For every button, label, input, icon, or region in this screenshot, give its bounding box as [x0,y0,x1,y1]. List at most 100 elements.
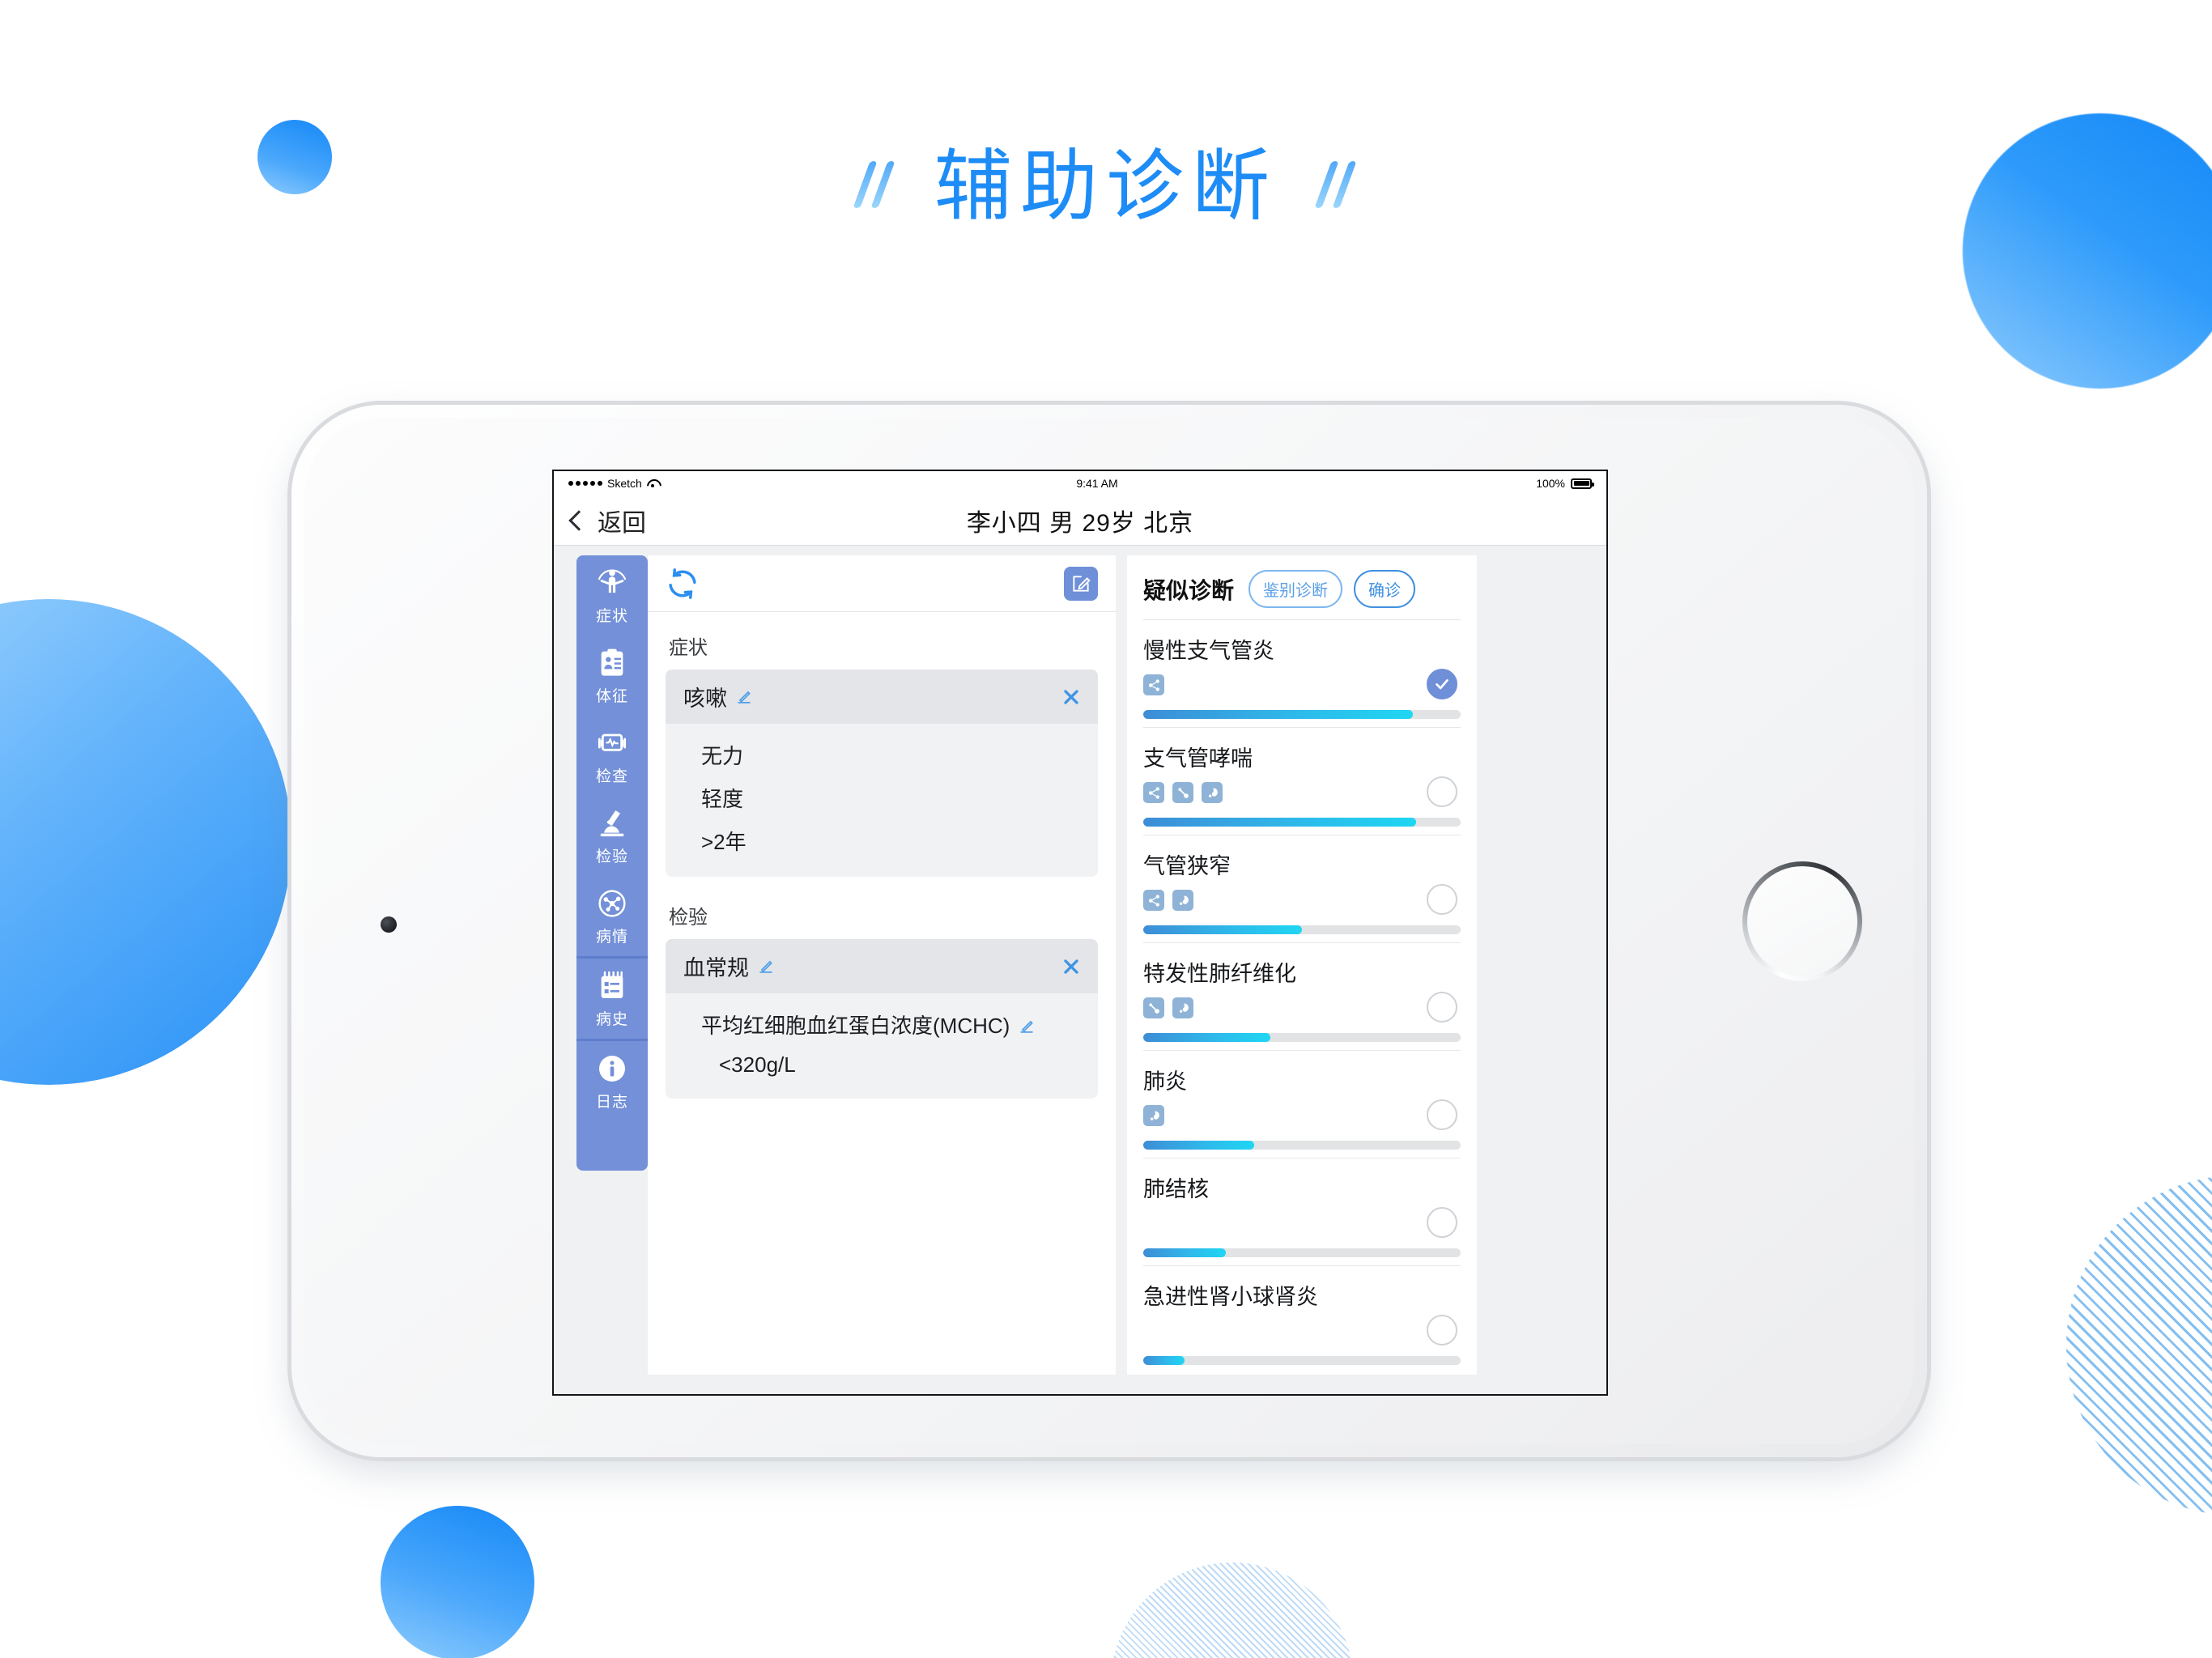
sidebar-item-label: 检查 [595,768,628,785]
battery-icon [1571,478,1594,489]
confidence-bar-track [1143,818,1461,827]
pencil-icon[interactable] [1018,1016,1036,1034]
diagnosis-evidence-badges [1143,782,1461,805]
diagnosis-name: 慢性支气管炎 [1143,639,1274,663]
clipboard-patient-icon [596,647,628,679]
data-card-rows: 平均红细胞血红蛋白浓度(MCHC) <320g/L [666,993,1098,1099]
diagnosis-item[interactable]: 特发性肺纤维化 [1143,942,1461,1050]
tablet-screen: Sketch 9:41 AM 100% 返回 李小四 男 29岁 北京 症状 体… [554,471,1606,1394]
lung-icon [1202,782,1223,803]
diagnosis-item[interactable]: 气管狭窄 [1143,835,1461,942]
confidence-bar-fill [1143,1248,1226,1257]
sidebar-item-3[interactable]: 检查 [576,716,648,796]
confidence-bar-track [1143,1356,1461,1365]
pencil-icon[interactable] [735,688,753,706]
refresh-icon[interactable] [666,567,700,601]
confirm-diagnosis-button[interactable]: 确诊 [1354,570,1416,608]
confidence-bar-track [1143,1248,1461,1257]
decorative-striped-circle-bottom-right [2066,1175,2212,1516]
share-node-icon [1143,674,1164,695]
sidebar-item-label: 检验 [595,848,628,865]
data-card-row-text: 轻度 [701,787,744,811]
confidence-bar-fill [1143,1141,1255,1150]
left-sidebar-nav: 症状体征检查检验病情病史日志 [576,555,648,1171]
sidebar-item-2[interactable]: 体征 [576,636,648,716]
front-camera-icon [381,916,397,933]
confidence-bar-track [1143,710,1461,719]
data-card-header: 血常规 [666,939,1098,993]
data-card-rows: 无力轻度 >2年 [666,724,1098,877]
quote-mark-left-icon [852,156,899,216]
data-card-row: <320g/L [666,1046,1098,1084]
data-card-row-text: 平均红细胞血红蛋白浓度(MCHC) [701,1014,1010,1038]
close-x-icon[interactable] [1061,687,1082,708]
sidebar-item-label: 病史 [595,1011,628,1028]
diagnosis-item[interactable]: 急进性肾小球肾炎 [1143,1265,1461,1373]
confidence-bar-track [1143,925,1461,934]
status-bar-time: 9:41 AM [1076,477,1118,490]
card-title-group: 咳嗽 [683,681,753,712]
diagnosis-evidence-badges [1143,1105,1461,1128]
diagnosis-checkbox[interactable] [1427,992,1457,1022]
confidence-bar-track [1143,1033,1461,1042]
data-card-header: 咳嗽 [666,670,1098,724]
diagnosis-evidence-badges [1143,1213,1461,1235]
diagnosis-checkbox[interactable] [1427,1207,1457,1238]
diagnosis-name: 支气管哮喘 [1143,746,1253,771]
home-button[interactable] [1742,861,1862,981]
panel-sections: 症状咳嗽无力轻度 >2年检验血常规平均红细胞血红蛋白浓度(MCHC) <320g/L [648,612,1116,1375]
diagnosis-evidence-badges [1143,997,1461,1020]
diagnosis-item[interactable]: 肺结核 [1143,1158,1461,1265]
decorative-striped-circle-bottom [1111,1562,1354,1658]
lung-icon [1143,1105,1164,1126]
diagnosis-checkbox[interactable] [1427,776,1457,807]
edit-button[interactable] [1064,566,1098,601]
back-button[interactable]: 返回 [568,503,646,538]
share-node-icon [1143,890,1164,911]
lung-icon [1172,890,1193,911]
diagnosis-checkbox[interactable] [1427,1099,1457,1130]
patient-data-panel: 症状咳嗽无力轻度 >2年检验血常规平均红细胞血红蛋白浓度(MCHC) <320g/L [648,555,1116,1375]
diagnosis-selected-checkbox[interactable] [1427,669,1457,699]
app-body: 症状 体征 检查 检验 病情 病史 日志 症状 咳嗽 无力 轻度 >2年 检验 … [554,546,1606,1394]
card-title-group: 血常规 [683,950,775,982]
sidebar-item-1[interactable]: 症状 [576,555,648,636]
sidebar-item-6[interactable]: 病史 [576,959,648,1039]
diagnosis-item[interactable]: 支气管哮喘 [1143,727,1461,835]
carrier-label: Sketch [607,477,642,490]
diagnosis-checkbox[interactable] [1427,1315,1457,1346]
data-card-row: >2年 [666,819,1098,862]
diagnosis-name: 肺结核 [1143,1177,1209,1201]
sidebar-item-5[interactable]: 病情 [576,876,648,956]
diagnosis-evidence-badges [1143,890,1461,912]
diagnosis-item[interactable]: 肺炎 [1143,1050,1461,1158]
sidebar-item-label: 症状 [595,608,628,625]
panel-toolbar [648,555,1116,612]
molecule-icon [596,887,628,920]
chevron-left-icon [568,509,589,531]
diagnosis-item[interactable]: 慢性支气管炎 [1143,619,1461,727]
navigation-bar: 返回 李小四 男 29岁 北京 [554,495,1606,546]
quote-mark-right-icon [1313,156,1360,216]
data-card-row: 平均红细胞血红蛋白浓度(MCHC) [666,1003,1098,1046]
wifi-icon [647,478,658,488]
diagnosis-panel: 疑似诊断 鉴别诊断 确诊 慢性支气管炎 支气管哮喘气管狭窄 特发性肺纤维化肺炎肺结核… [1127,555,1477,1375]
pencil-icon[interactable] [757,958,775,976]
patient-info-title: 李小四 男 29岁 北京 [966,509,1194,537]
diagnosis-panel-title: 疑似诊断 [1143,577,1235,603]
sidebar-item-4[interactable]: 检验 [576,796,648,876]
close-x-icon[interactable] [1061,956,1082,977]
data-card: 血常规平均红细胞血红蛋白浓度(MCHC) <320g/L [666,939,1098,1099]
diagnosis-checkbox[interactable] [1427,884,1457,915]
diagnosis-name: 急进性肾小球肾炎 [1143,1285,1318,1309]
lung-icon [1172,997,1193,1018]
data-card-row: 无力 [666,733,1098,776]
status-bar-left: Sketch [568,477,658,490]
section-label: 检验 [669,907,708,929]
section-label: 症状 [669,637,708,659]
diagnosis-name: 肺炎 [1143,1069,1187,1094]
info-circle-icon [596,1052,628,1085]
sidebar-item-7[interactable]: 日志 [576,1041,648,1121]
differential-diagnosis-button[interactable]: 鉴别诊断 [1249,570,1343,608]
signal-dots-icon [568,481,602,486]
